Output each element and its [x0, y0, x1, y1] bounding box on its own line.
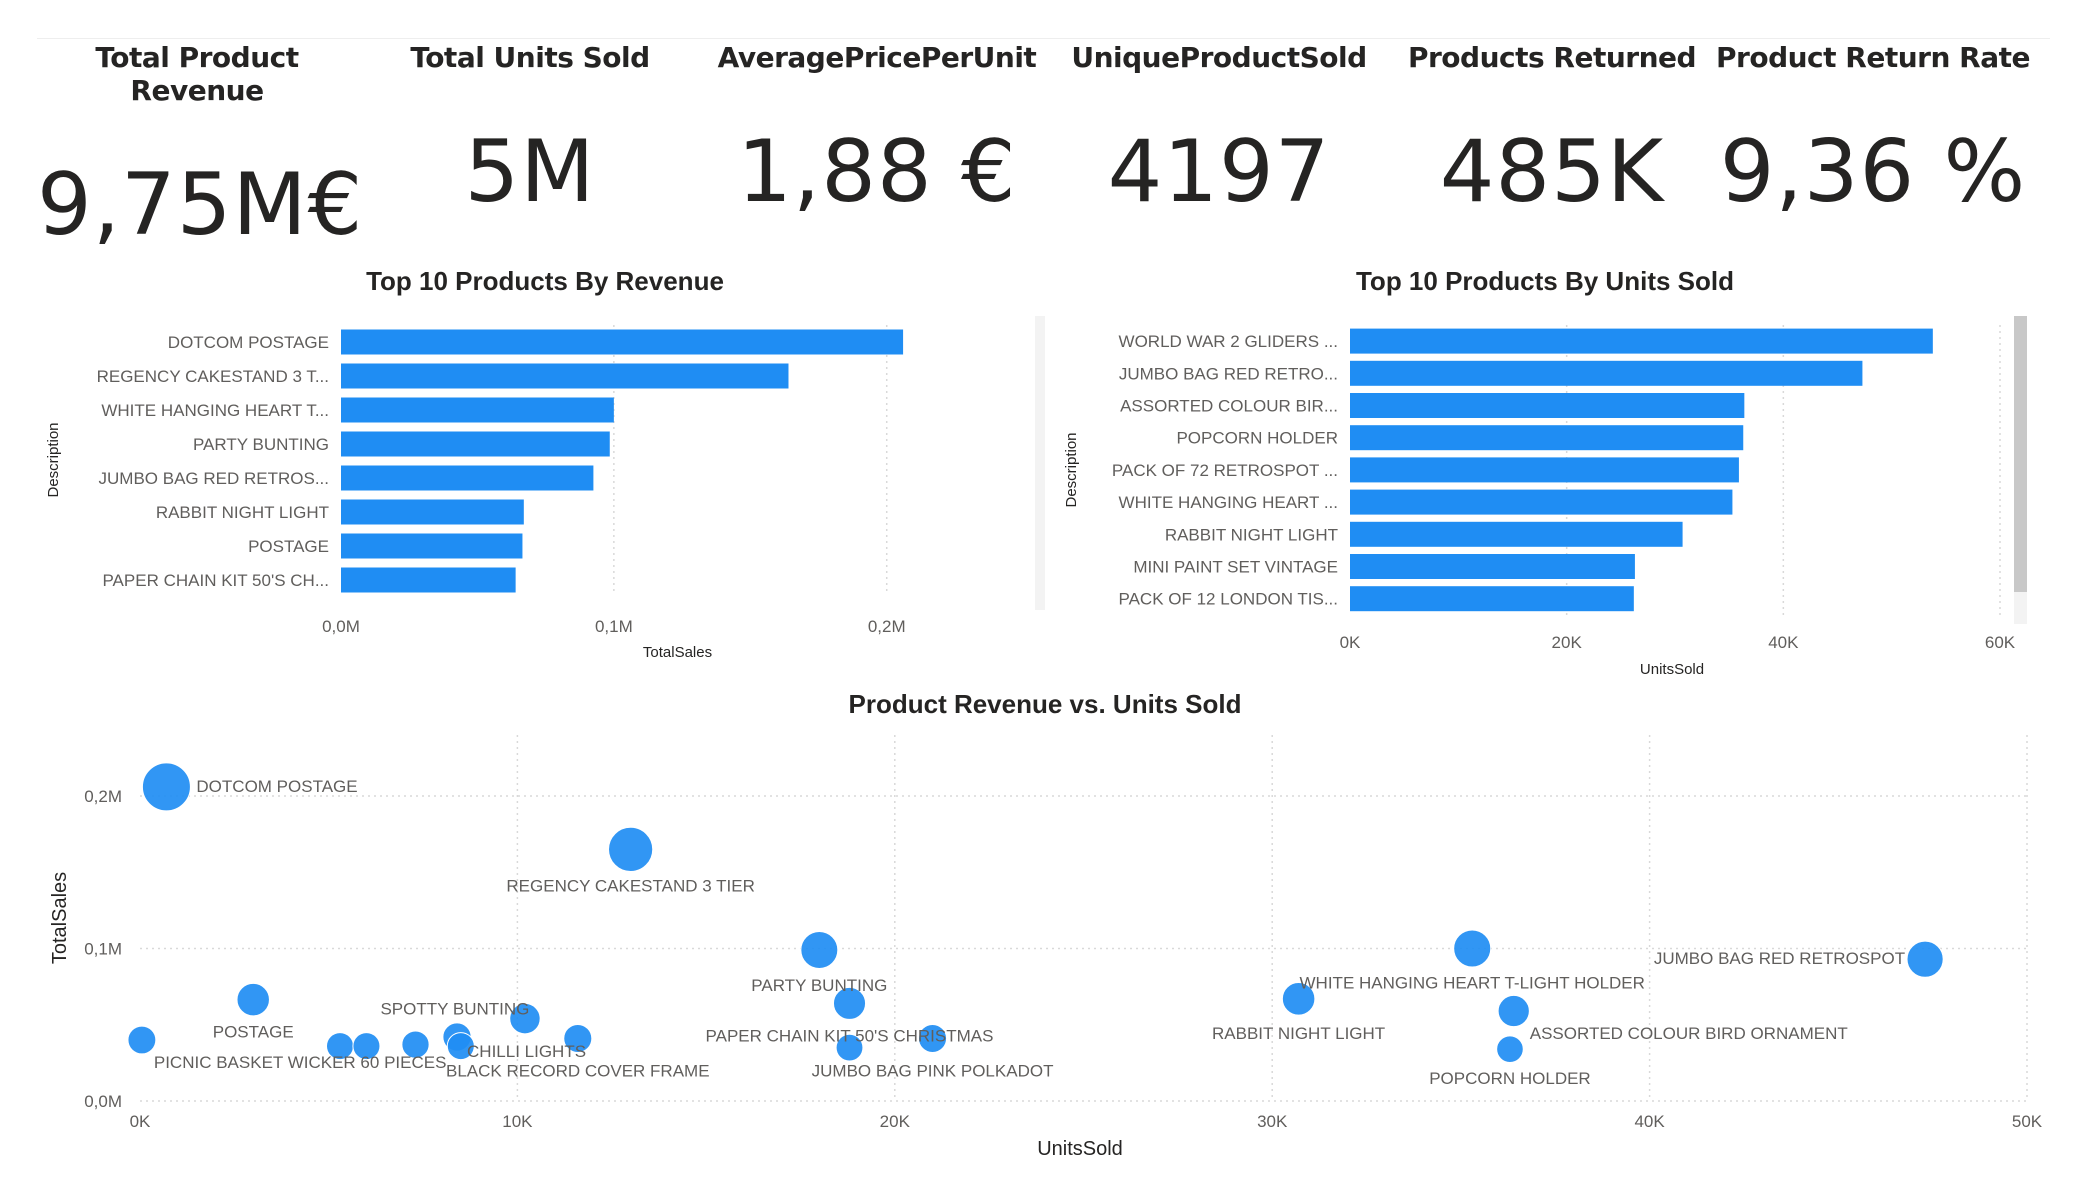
bar [341, 363, 789, 389]
category-label: RABBIT NIGHT LIGHT [1165, 525, 1338, 544]
chart-title: Product Revenue vs. Units Sold [849, 689, 1242, 719]
bubble-label: DOTCOM POSTAGE [196, 777, 357, 796]
units-bar-chart: Top 10 Products By Units Sold 0K 20K 40K 60K… [1063, 266, 2016, 678]
bubble-label: POSTAGE [213, 1023, 294, 1042]
x-axis-label: UnitsSold [1037, 1138, 1123, 1160]
category-label: WORLD WAR 2 GLIDERS ... [1119, 332, 1338, 351]
bubble-label: POPCORN HOLDER [1429, 1069, 1591, 1088]
category-label: POPCORN HOLDER [1176, 429, 1338, 448]
revenue-chart-scrollbar[interactable] [1035, 316, 1045, 610]
bar [341, 397, 614, 423]
bubble-label: JUMBO BAG PINK POLKADOT [812, 1061, 1054, 1080]
category-label: PARTY BUNTING [193, 435, 329, 454]
bubble-label: PARTY BUNTING [751, 976, 887, 995]
bar [341, 465, 594, 491]
bubble [1496, 1035, 1524, 1063]
x-tick-label: 10K [502, 1112, 533, 1131]
bar [341, 431, 610, 457]
bar [341, 567, 516, 593]
bubble-label: RABBIT NIGHT LIGHT [1212, 1024, 1385, 1043]
bubble-label: BLACK RECORD COVER FRAME [446, 1061, 710, 1080]
bubble [800, 931, 839, 970]
y-tick-label: 0,2M [84, 787, 122, 806]
bubble [1906, 940, 1944, 978]
bar [1350, 521, 1683, 547]
bubble-label: ASSORTED COLOUR BIRD ORNAMENT [1530, 1024, 1848, 1043]
category-label: RABBIT NIGHT LIGHT [156, 503, 329, 522]
x-axis-label: TotalSales [643, 644, 712, 661]
x-tick-label: 0K [130, 1112, 151, 1131]
category-label: ASSORTED COLOUR BIR... [1120, 397, 1338, 416]
x-tick-label: 30K [1257, 1112, 1288, 1131]
category-label: MINI PAINT SET VINTAGE [1133, 558, 1338, 577]
x-tick-label: 20K [880, 1112, 911, 1131]
bar [1350, 328, 1933, 354]
y-axis-label: Description [45, 422, 62, 497]
bar [1350, 457, 1739, 483]
bar [1350, 393, 1745, 418]
bubble-label: PAPER CHAIN KIT 50'S CHRISTMAS [706, 1026, 994, 1045]
x-tick-label: 0,2M [868, 617, 906, 636]
bar [1350, 586, 1634, 612]
bubble [1497, 994, 1530, 1028]
bar [341, 329, 904, 355]
bar [341, 499, 524, 525]
category-label: PACK OF 72 RETROSPOT ... [1112, 461, 1338, 480]
x-tick-label: 40K [1634, 1112, 1665, 1131]
x-tick-label: 0,1M [595, 617, 633, 636]
bar [1350, 554, 1635, 579]
category-label: DOTCOM POSTAGE [168, 333, 329, 352]
bubble [236, 982, 270, 1017]
x-tick-label: 40K [1768, 633, 1799, 652]
bar [1350, 425, 1744, 451]
category-label: JUMBO BAG RED RETROS... [99, 469, 329, 488]
revenue-vs-units-scatter-chart: Product Revenue vs. Units Sold 0K 10K 20K 30… [49, 689, 2043, 1160]
bar [1350, 489, 1733, 515]
bubble [127, 1025, 157, 1055]
category-label: JUMBO BAG RED RETRO... [1119, 364, 1338, 383]
bubble [608, 826, 654, 872]
bubble-label: WHITE HANGING HEART T-LIGHT HOLDER [1300, 974, 1645, 993]
revenue-bar-chart: Top 10 Products By Revenue 0,0M 0,1M 0,2M DO… [45, 266, 906, 661]
chart-title: Top 10 Products By Units Sold [1356, 266, 1734, 296]
category-label: WHITE HANGING HEART T... [101, 401, 329, 420]
category-label: PAPER CHAIN KIT 50'S CH... [102, 571, 329, 590]
units-chart-scrollbar-thumb[interactable] [2014, 316, 2027, 592]
category-label: POSTAGE [248, 537, 329, 556]
x-tick-label: 50K [2012, 1112, 2043, 1131]
bubble [1453, 929, 1492, 968]
bubble-label: JUMBO BAG RED RETROSPOT [1654, 949, 1905, 968]
x-tick-label: 20K [1552, 633, 1583, 652]
x-tick-label: 60K [1985, 633, 2016, 652]
bar [1350, 360, 1863, 386]
charts-canvas: Top 10 Products By Revenue 0,0M 0,1M 0,2M DO… [45, 266, 2043, 1160]
category-label: PACK OF 12 LONDON TIS... [1119, 590, 1338, 609]
y-axis-label: TotalSales [49, 872, 71, 964]
x-tick-label: 0,0M [322, 617, 360, 636]
bar [341, 533, 523, 559]
bubble-label: SPOTTY BUNTING [380, 1000, 529, 1019]
category-label: REGENCY CAKESTAND 3 T... [97, 367, 329, 386]
y-tick-label: 0,1M [84, 940, 122, 959]
chart-title: Top 10 Products By Revenue [366, 266, 724, 296]
x-axis-label: UnitsSold [1640, 661, 1704, 678]
bubble-label: PICNIC BASKET WICKER 60 PIECES [154, 1053, 447, 1072]
category-label: WHITE HANGING HEART ... [1119, 493, 1338, 512]
bubble-label: REGENCY CAKESTAND 3 TIER [506, 876, 754, 895]
bubble [141, 762, 191, 812]
bubble-label: CHILLI LIGHTS [467, 1042, 586, 1061]
y-axis-label: Description [1063, 432, 1080, 507]
x-tick-label: 0K [1340, 633, 1361, 652]
y-tick-label: 0,0M [84, 1092, 122, 1111]
